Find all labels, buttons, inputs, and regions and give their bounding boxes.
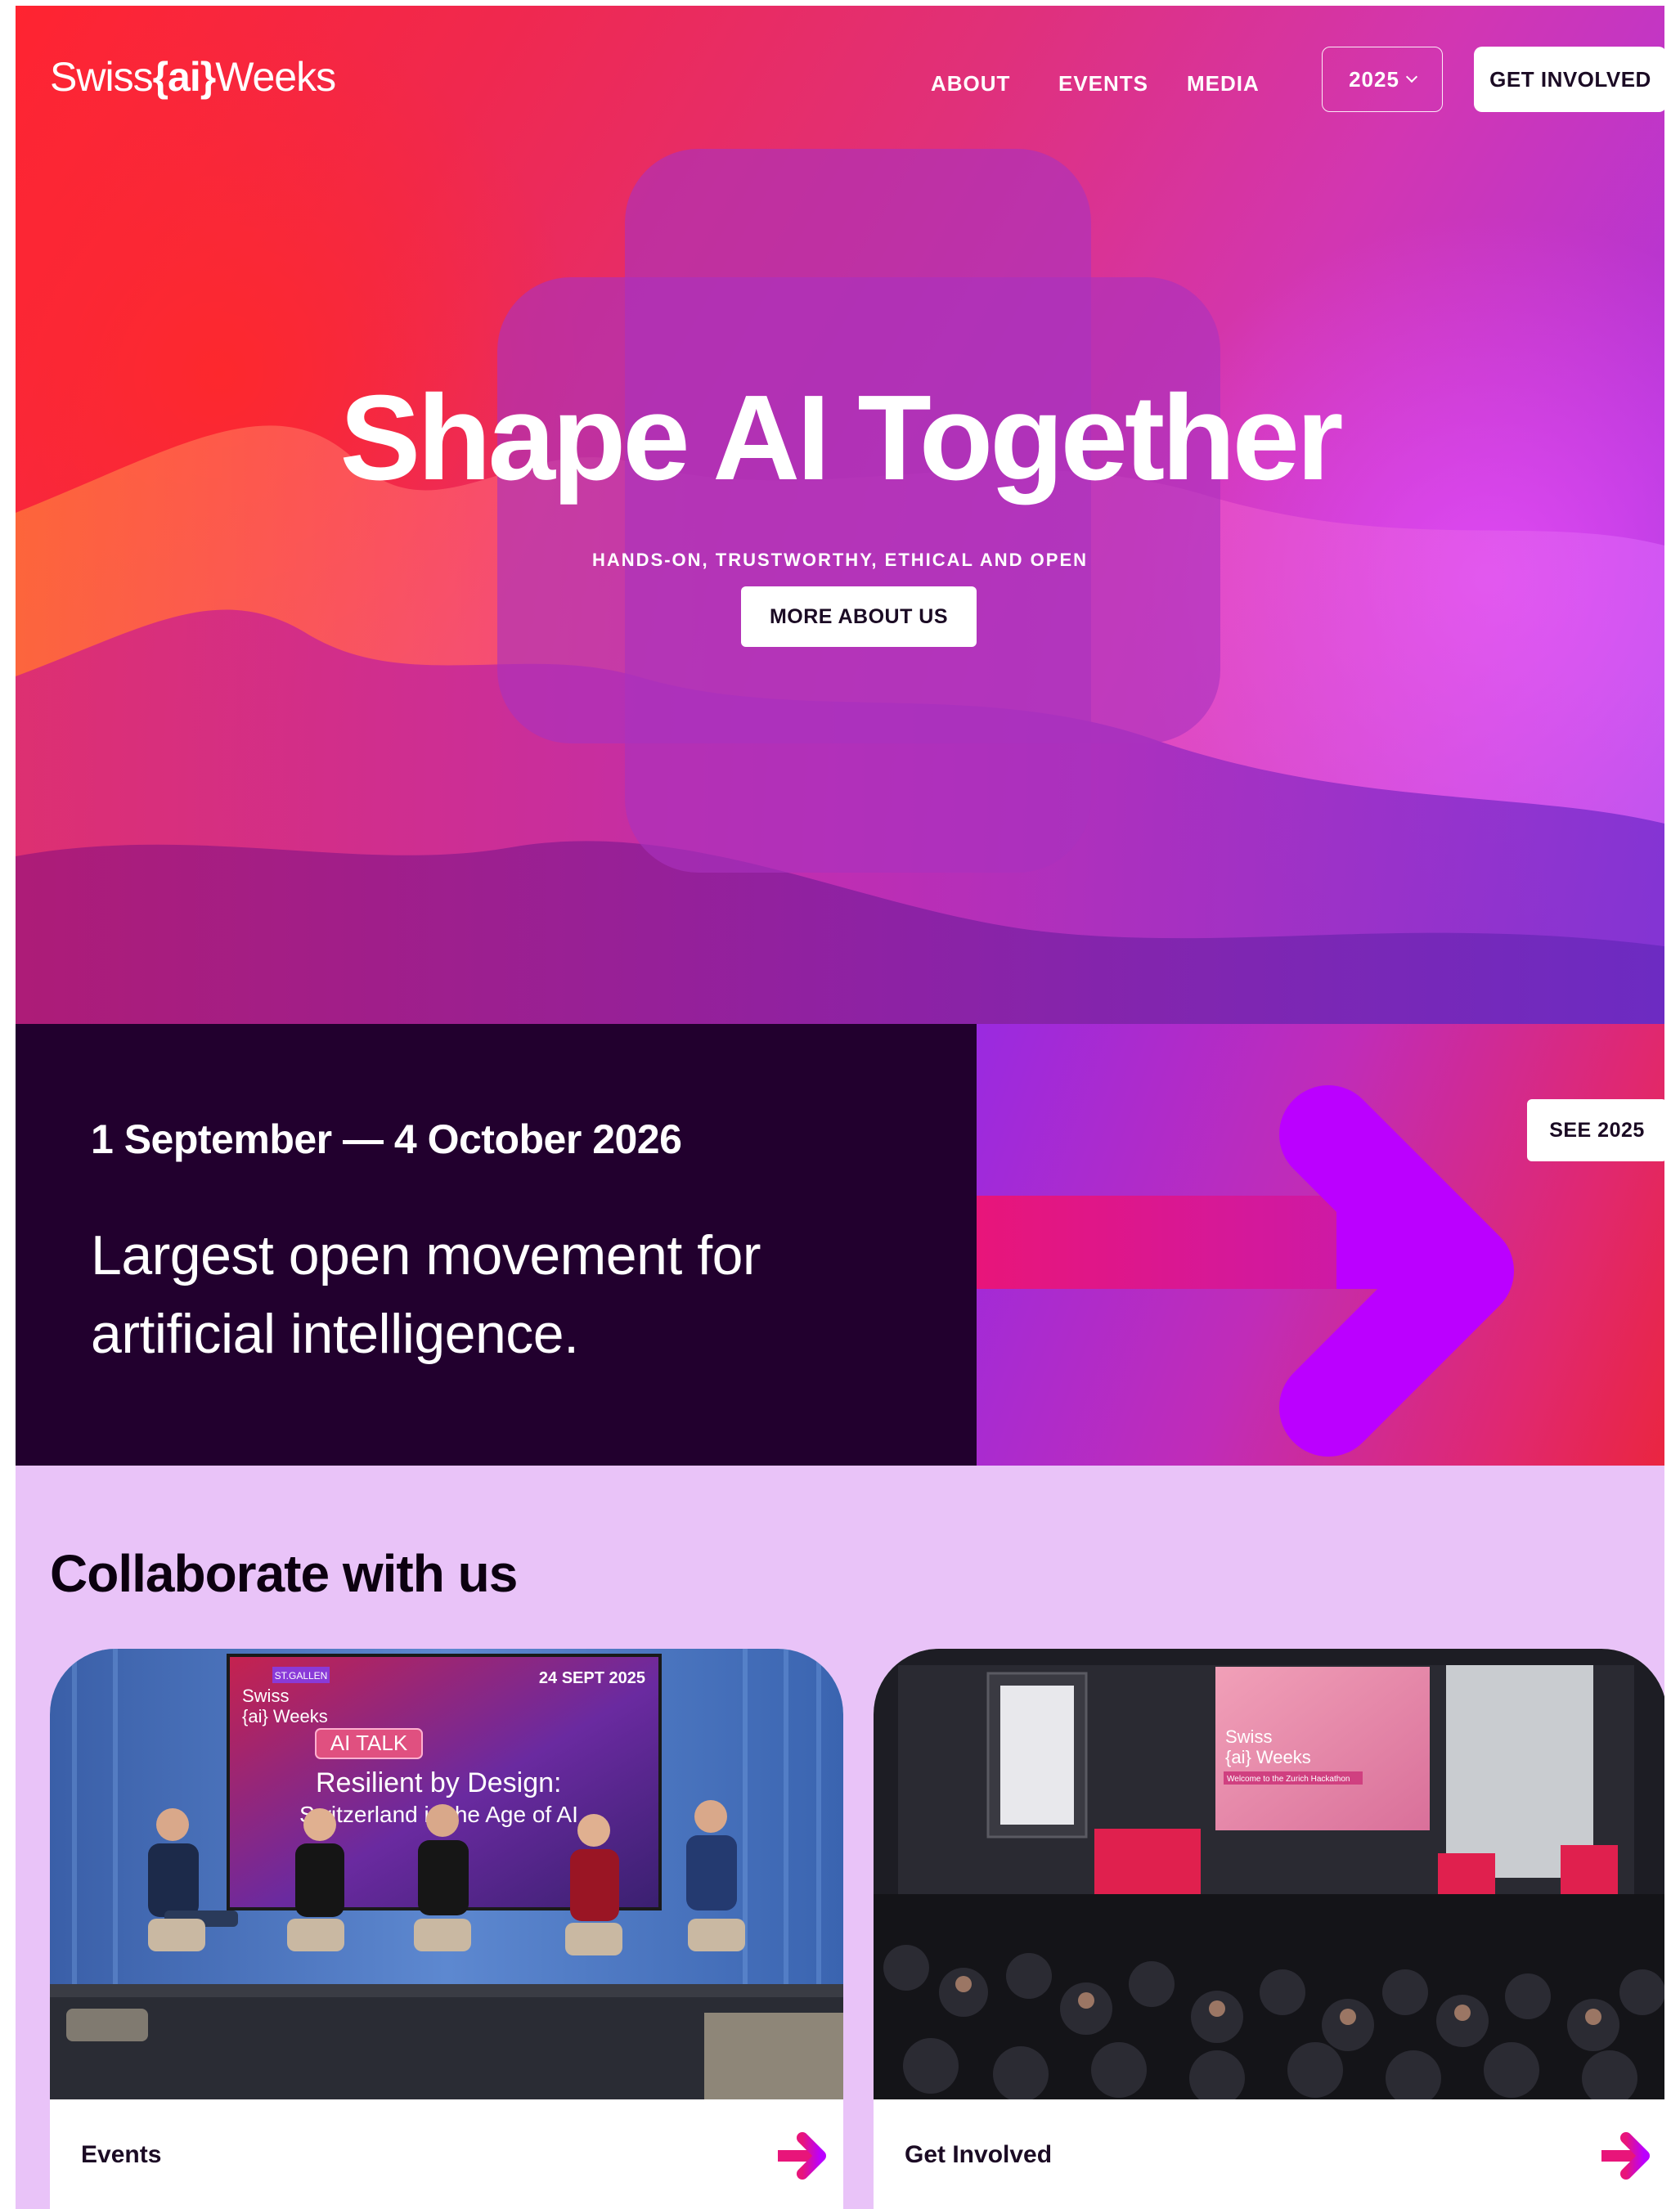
get-involved-button[interactable]: GET INVOLVED bbox=[1474, 47, 1664, 112]
chevron-down-icon bbox=[1405, 70, 1417, 83]
nav-media[interactable]: MEDIA bbox=[1187, 71, 1260, 97]
screen-logo-line2: {ai} Weeks bbox=[1225, 1747, 1311, 1767]
screen-logo-line1: Swiss bbox=[1225, 1726, 1272, 1747]
event-dates: 1 September — 4 October 2026 bbox=[91, 1116, 682, 1162]
nav-events[interactable]: EVENTS bbox=[1058, 71, 1148, 97]
logo-text-weeks: Weeks bbox=[215, 54, 336, 100]
logo-text-swiss: Swiss bbox=[50, 54, 154, 100]
hero-cross-shape bbox=[497, 277, 1220, 743]
more-about-us-button[interactable]: MORE ABOUT US bbox=[741, 586, 977, 647]
event-tagline: Largest open movement for artificial int… bbox=[91, 1224, 761, 1365]
get-involved-card[interactable]: Swiss {ai} Weeks Welcome to the Zurich H… bbox=[874, 1649, 1664, 2209]
events-card-label: Events bbox=[81, 2141, 162, 2168]
screen-logo-line1: Swiss bbox=[242, 1686, 289, 1706]
arrow-right-icon bbox=[778, 2132, 826, 2180]
page: Swiss {ai} Weeks ABOUT EVENTS MEDIA 2025… bbox=[16, 6, 1664, 2209]
logo-text-ai: {ai} bbox=[152, 54, 217, 100]
events-photo: ST.GALLEN Swiss {ai} Weeks 24 SEPT 2025 … bbox=[50, 1649, 843, 2099]
arrow-right-icon bbox=[1601, 2132, 1650, 2180]
hackathon-photo: Swiss {ai} Weeks Welcome to the Zurich H… bbox=[874, 1649, 1664, 2099]
nav-about[interactable]: ABOUT bbox=[931, 71, 1010, 97]
screen-logo-line2: {ai} Weeks bbox=[242, 1706, 328, 1726]
hero-title: Shape AI Together bbox=[339, 370, 1343, 505]
site-logo[interactable]: Swiss {ai} Weeks bbox=[50, 53, 336, 102]
arrow-panel bbox=[977, 1024, 1664, 1466]
events-card[interactable]: ST.GALLEN Swiss {ai} Weeks 24 SEPT 2025 … bbox=[50, 1649, 843, 2209]
screen-date: 24 SEPT 2025 bbox=[539, 1669, 645, 1687]
screen-title-line1: Resilient by Design: bbox=[316, 1767, 561, 1798]
year-selector[interactable]: 2025 bbox=[1322, 47, 1443, 112]
hero-section: Swiss {ai} Weeks ABOUT EVENTS MEDIA 2025… bbox=[16, 6, 1664, 1024]
see-2025-button[interactable]: SEE 2025 bbox=[1527, 1099, 1664, 1161]
collaborate-title: Collaborate with us bbox=[50, 1544, 518, 1603]
screen-welcome: Welcome to the Zurich Hackathon bbox=[1227, 1775, 1350, 1784]
hero-subtitle: HANDS-ON, TRUSTWORTHY, ETHICAL AND OPEN bbox=[592, 550, 1088, 570]
get-involved-card-label: Get Involved bbox=[905, 2141, 1053, 2168]
screen-badge: AI TALK bbox=[330, 1731, 408, 1755]
year-selector-label: 2025 bbox=[1349, 66, 1399, 92]
big-arrow-icon bbox=[977, 1085, 1514, 1457]
screen-tag: ST.GALLEN bbox=[275, 1670, 328, 1681]
